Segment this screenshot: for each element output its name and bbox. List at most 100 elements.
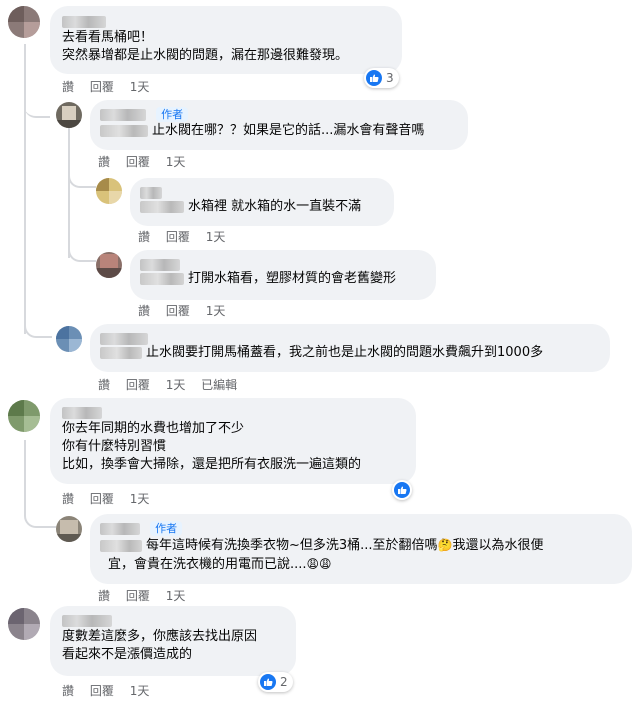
comment-actions: 讚 回覆 1天 bbox=[62, 684, 161, 698]
author-row bbox=[62, 404, 404, 420]
author-row: 作者 bbox=[100, 106, 458, 122]
reaction-number: 2 bbox=[280, 675, 288, 689]
thinking-emoji: 🤔 bbox=[437, 538, 453, 552]
reply-link[interactable]: 回覆 bbox=[126, 155, 150, 169]
avatar[interactable] bbox=[8, 6, 40, 38]
like-link[interactable]: 讚 bbox=[62, 492, 74, 506]
comment-text-line: 你去年同期的水費也增加了不少 bbox=[62, 421, 245, 436]
thread-line bbox=[24, 44, 26, 334]
author-name[interactable] bbox=[62, 13, 390, 29]
reaction-number: 3 bbox=[386, 71, 394, 85]
like-link[interactable]: 讚 bbox=[62, 684, 74, 698]
comment-text-line: 比如，換季會大掃除，還是把所有衣服洗一遍這類的 bbox=[62, 457, 362, 472]
comment-actions: 讚 回覆 1天 已編輯 bbox=[98, 378, 249, 392]
like-link[interactable]: 讚 bbox=[138, 230, 150, 244]
comment-text-line: 去看看馬桶吧！ bbox=[62, 30, 154, 45]
reaction-count[interactable] bbox=[392, 480, 412, 500]
author-name[interactable] bbox=[100, 522, 140, 535]
like-icon bbox=[394, 482, 410, 498]
timestamp[interactable]: 1天 bbox=[130, 80, 150, 94]
comment-bubble: 作者 每年這時候有洗換季衣物~但多洗3桶...至於翻倍嗎🤔我還以為水很便 宜，會… bbox=[90, 514, 632, 584]
comment-text: 打開水箱看，塑膠材質的會老舊變形 bbox=[140, 270, 426, 288]
author-name[interactable] bbox=[62, 614, 112, 627]
comment-text: 止水閥要打開馬桶蓋看，我之前也是止水閥的問題水費飆升到1000多 bbox=[100, 344, 600, 362]
comment-text: 水箱裡 就水箱的水一直裝不滿 bbox=[140, 198, 384, 216]
thread-connector bbox=[24, 104, 50, 118]
avatar[interactable] bbox=[56, 516, 82, 542]
mention-tag[interactable] bbox=[100, 346, 142, 359]
author-row bbox=[62, 612, 284, 628]
author-row bbox=[140, 256, 426, 271]
author-row: 作者 bbox=[100, 520, 622, 536]
like-link[interactable]: 讚 bbox=[98, 155, 110, 169]
author-name[interactable] bbox=[100, 332, 148, 345]
comment-text-line: 看起來不是漲價造成的 bbox=[62, 647, 193, 662]
comment-actions: 讚 回覆 1天 bbox=[62, 80, 161, 94]
comment-bubble: 水箱裡 就水箱的水一直裝不滿 bbox=[130, 178, 394, 226]
reaction-count[interactable]: 2 bbox=[258, 672, 293, 692]
reply-link[interactable]: 回覆 bbox=[90, 492, 114, 506]
comment-bubble: 打開水箱看，塑膠材質的會老舊變形 bbox=[130, 250, 436, 300]
comment-actions: 讚 回覆 1天 bbox=[138, 230, 237, 244]
avatar[interactable] bbox=[96, 178, 122, 204]
author-badge: 作者 bbox=[156, 107, 189, 122]
thread-line bbox=[68, 128, 70, 258]
avatar[interactable] bbox=[56, 326, 82, 352]
mention-tag[interactable] bbox=[140, 200, 184, 213]
comment-text-line: 突然暴增都是止水閥的問題，漏在那邊很難發現。 bbox=[62, 48, 349, 63]
author-name[interactable] bbox=[140, 186, 162, 199]
comment-bubble: 度數差這麼多，你應該去找出原因 看起來不是漲價造成的 bbox=[50, 606, 296, 676]
reply-link[interactable]: 回覆 bbox=[166, 230, 190, 244]
mention-tag[interactable] bbox=[100, 539, 142, 552]
mention-tag[interactable] bbox=[140, 272, 184, 285]
author-name[interactable] bbox=[62, 406, 102, 419]
comment-bubble: 作者 止水閥在哪？？如果是它的話...漏水會有聲音嗎 bbox=[90, 100, 468, 150]
author-name[interactable] bbox=[140, 258, 180, 271]
reply-link[interactable]: 回覆 bbox=[90, 684, 114, 698]
avatar[interactable] bbox=[8, 400, 40, 432]
like-link[interactable]: 讚 bbox=[62, 80, 74, 94]
author-badge: 作者 bbox=[150, 521, 183, 536]
reply-link[interactable]: 回覆 bbox=[126, 378, 150, 392]
thread-connector bbox=[68, 244, 96, 262]
like-link[interactable]: 讚 bbox=[98, 589, 110, 603]
comment-actions: 讚 回覆 1天 bbox=[98, 589, 197, 603]
comment-actions: 讚 回覆 1天 bbox=[138, 304, 237, 318]
thread-connector bbox=[68, 172, 96, 188]
author-name[interactable] bbox=[100, 108, 146, 121]
author-row bbox=[100, 330, 600, 345]
reply-link[interactable]: 回覆 bbox=[90, 80, 114, 94]
like-icon bbox=[260, 674, 276, 690]
thread-connector bbox=[24, 322, 52, 338]
timestamp[interactable]: 1天 bbox=[206, 230, 226, 244]
comment-bubble: 止水閥要打開馬桶蓋看，我之前也是止水閥的問題水費飆升到1000多 bbox=[90, 324, 610, 372]
mention-tag[interactable] bbox=[100, 124, 148, 137]
comment-text-line: 你有什麼特別習慣 bbox=[62, 439, 167, 454]
avatar[interactable] bbox=[56, 102, 82, 128]
timestamp[interactable]: 1天 bbox=[206, 304, 226, 318]
grimace-emoji: 😩😩 bbox=[306, 557, 332, 571]
timestamp[interactable]: 1天 bbox=[130, 492, 150, 506]
comment-text: 止水閥在哪？？如果是它的話...漏水會有聲音嗎 bbox=[100, 122, 458, 140]
like-icon bbox=[366, 70, 382, 86]
comment-actions: 讚 回覆 1天 bbox=[98, 155, 197, 169]
author-row bbox=[140, 184, 384, 199]
reply-link[interactable]: 回覆 bbox=[126, 589, 150, 603]
comment-actions: 讚 回覆 1天 bbox=[62, 492, 161, 506]
avatar[interactable] bbox=[96, 252, 122, 278]
reply-link[interactable]: 回覆 bbox=[166, 304, 190, 318]
thread-connector bbox=[24, 500, 56, 528]
timestamp[interactable]: 1天 bbox=[166, 155, 186, 169]
like-link[interactable]: 讚 bbox=[98, 378, 110, 392]
avatar[interactable] bbox=[8, 608, 40, 640]
timestamp[interactable]: 1天 bbox=[130, 684, 150, 698]
comment-bubble: 去看看馬桶吧！ 突然暴增都是止水閥的問題，漏在那邊很難發現。 bbox=[50, 6, 402, 74]
comment-text-line: 每年這時候有洗換季衣物~但多洗3桶...至於翻倍嗎🤔我還以為水很便 bbox=[100, 536, 622, 555]
timestamp[interactable]: 1天 bbox=[166, 378, 186, 392]
reaction-count[interactable]: 3 bbox=[364, 68, 399, 88]
comment-bubble: 你去年同期的水費也增加了不少 你有什麼特別習慣 比如，換季會大掃除，還是把所有衣… bbox=[50, 398, 416, 484]
timestamp[interactable]: 1天 bbox=[166, 589, 186, 603]
like-link[interactable]: 讚 bbox=[138, 304, 150, 318]
edited-label[interactable]: 已編輯 bbox=[201, 378, 237, 392]
comment-text-line: 度數差這麼多，你應該去找出原因 bbox=[62, 629, 258, 644]
